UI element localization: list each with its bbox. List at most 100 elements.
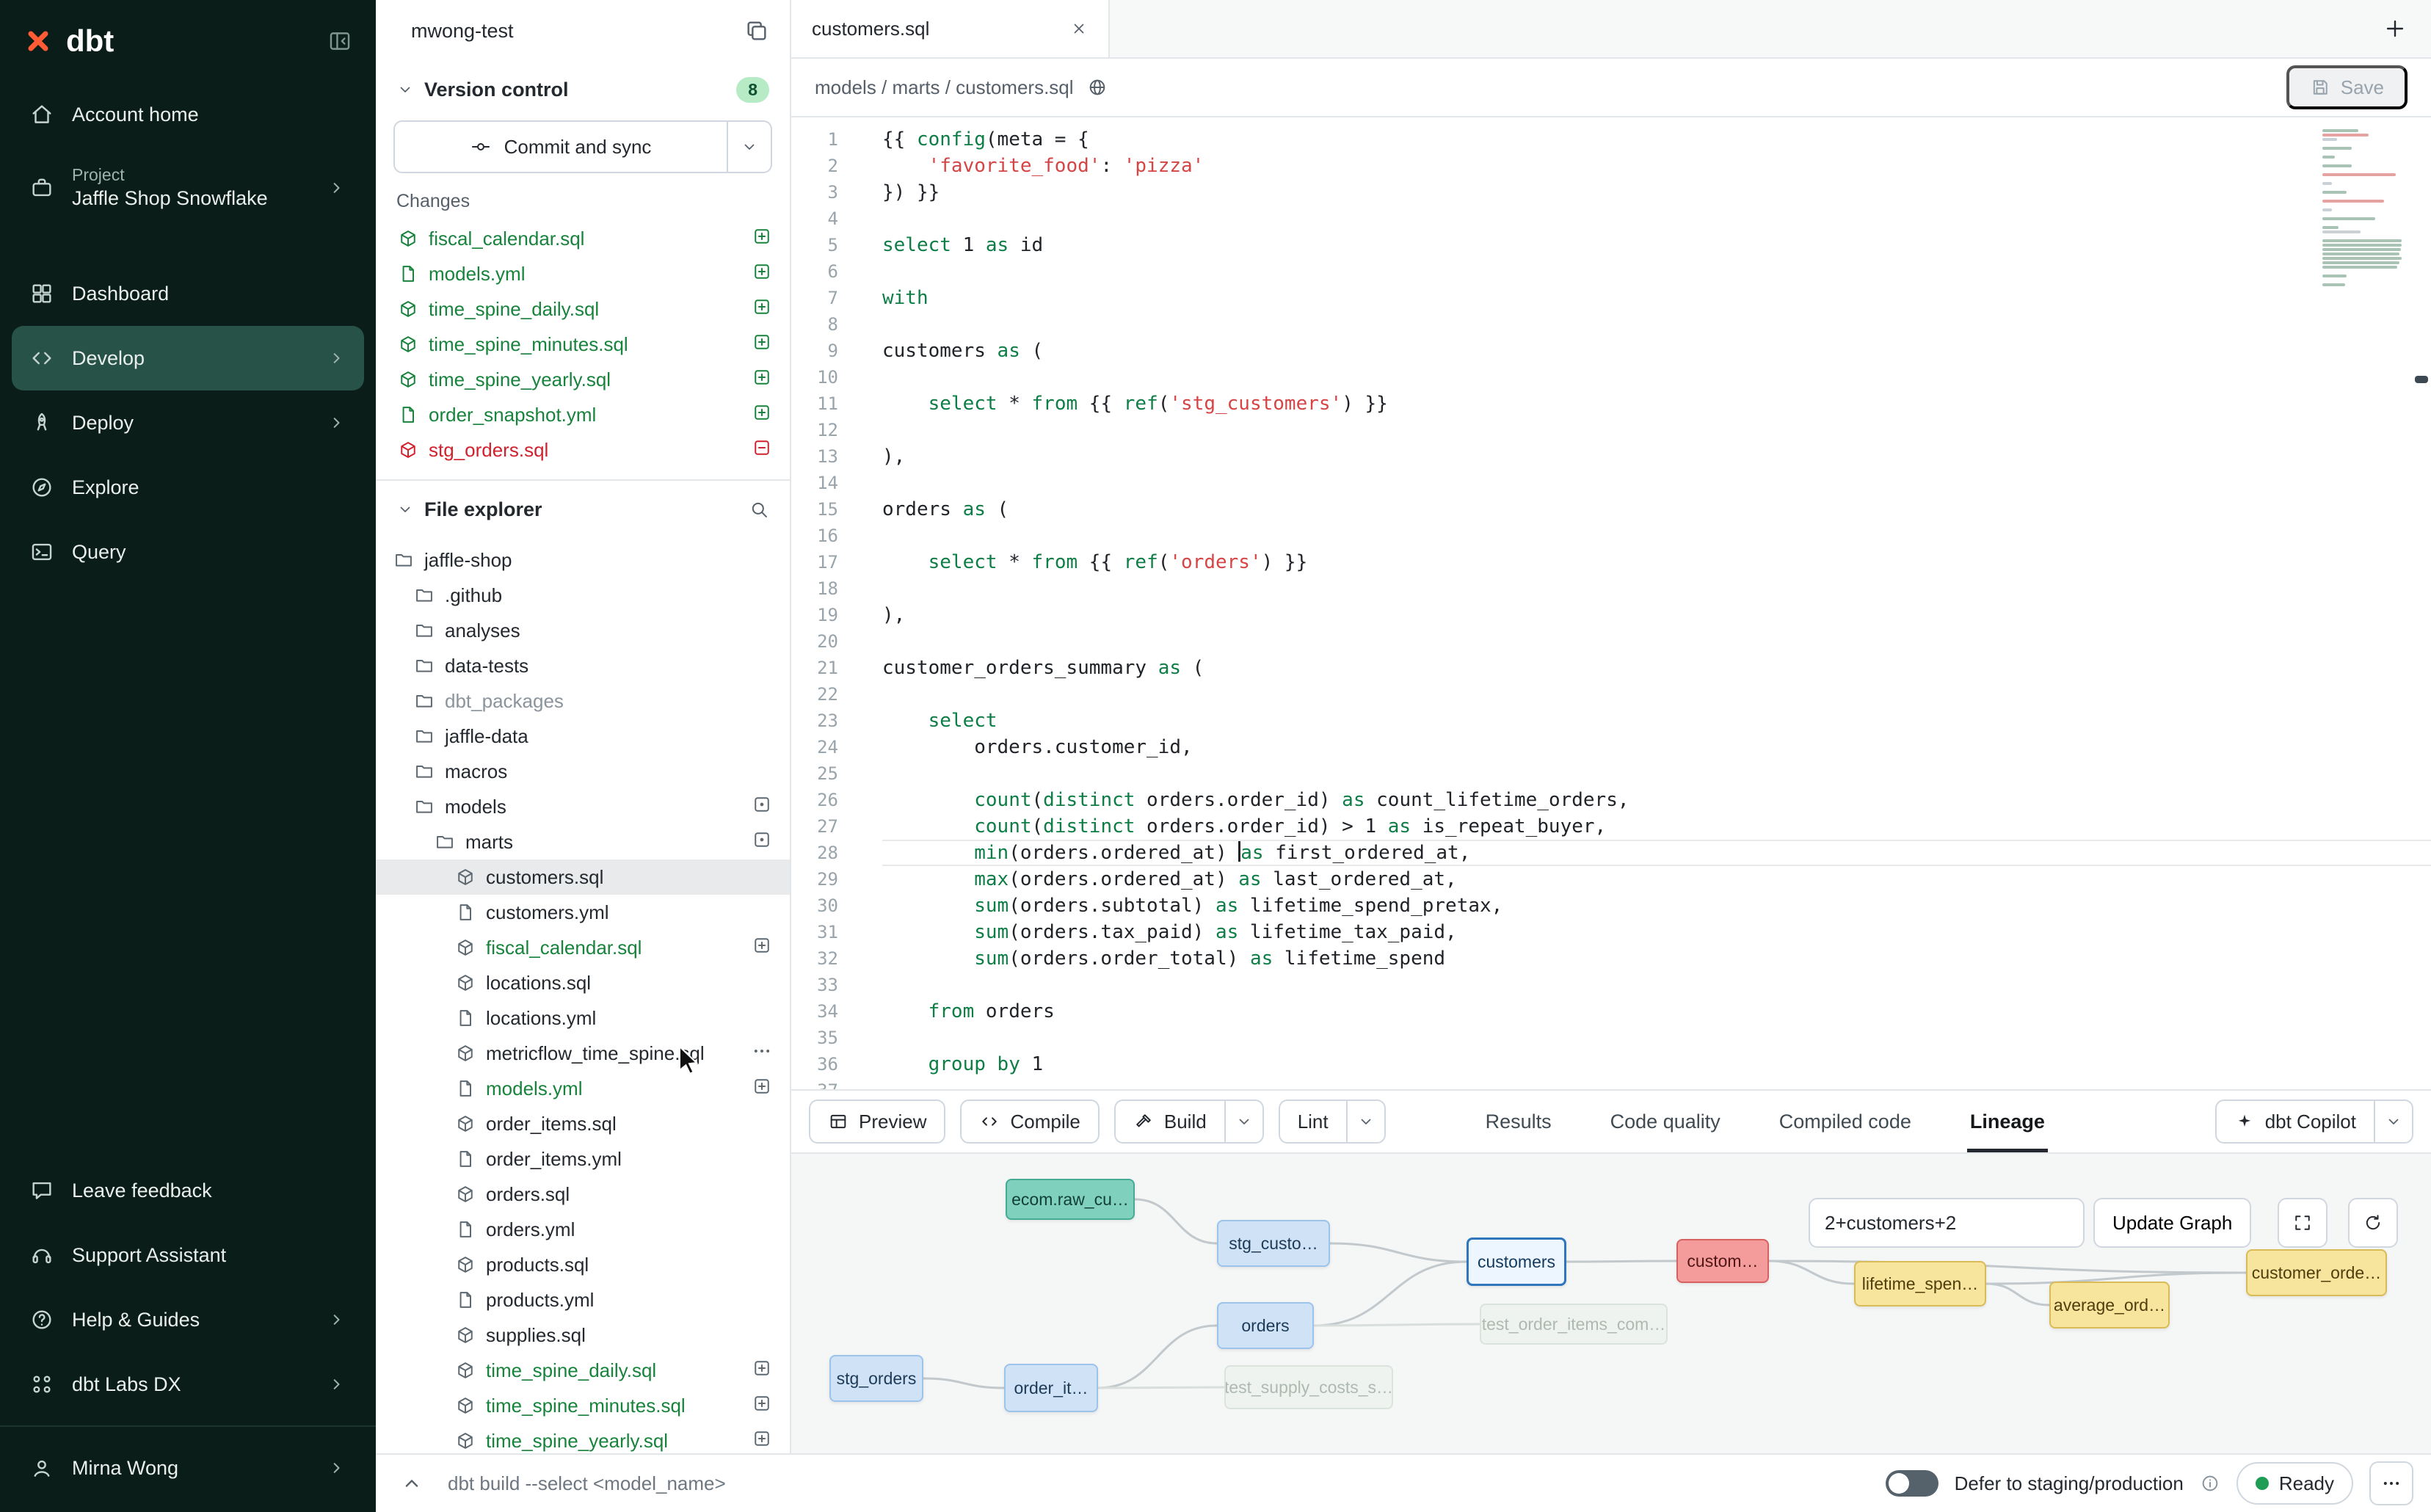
- copy-branch-icon[interactable]: [744, 18, 769, 43]
- plus-square-icon[interactable]: [752, 1358, 772, 1378]
- stage-file-button[interactable]: [752, 1393, 772, 1419]
- lineage-node-customer-orde[interactable]: customer_orde…: [2246, 1249, 2387, 1296]
- stage-file-button[interactable]: [752, 261, 772, 287]
- lineage-node-customers[interactable]: customers: [1467, 1237, 1566, 1286]
- build-dropdown[interactable]: [1224, 1101, 1262, 1142]
- file-options-button[interactable]: [752, 1041, 772, 1066]
- plus-square-icon[interactable]: [752, 1076, 772, 1097]
- stage-file-button[interactable]: [752, 1428, 772, 1454]
- tree-item-metricflow-time-spine-sql[interactable]: metricflow_time_spine.sql: [376, 1036, 790, 1071]
- lint-dropdown[interactable]: [1346, 1101, 1384, 1142]
- new-tab-icon[interactable]: [2383, 16, 2408, 41]
- tab-lineage[interactable]: Lineage: [1967, 1091, 2048, 1152]
- lineage-node-test-supply[interactable]: test_supply_costs_s…: [1224, 1365, 1393, 1409]
- code-content[interactable]: {{ config(meta = { 'favorite_food': 'piz…: [859, 117, 2431, 1089]
- tree-item-jaffle-shop[interactable]: jaffle-shop: [376, 542, 790, 578]
- stage-file-button[interactable]: [752, 437, 772, 463]
- sidebar-item-project[interactable]: ProjectJaffle Shop Snowflake: [12, 147, 364, 229]
- sidebar-item-dbt-labs-dx[interactable]: dbt Labs DX: [12, 1352, 364, 1417]
- sidebar-item-query[interactable]: Query: [12, 520, 364, 584]
- tab-results[interactable]: Results: [1483, 1091, 1555, 1152]
- stage-file-button[interactable]: [752, 1076, 772, 1102]
- tree-item-jaffle-data[interactable]: jaffle-data: [376, 719, 790, 754]
- tree-item-data-tests[interactable]: data-tests: [376, 648, 790, 683]
- lint-button-group[interactable]: Lint: [1279, 1100, 1386, 1144]
- stage-file-button[interactable]: [752, 226, 772, 252]
- sidebar-item-explore[interactable]: Explore: [12, 455, 364, 520]
- tree-item-order-items-yml[interactable]: order_items.yml: [376, 1141, 790, 1177]
- lineage-node-order-items[interactable]: order_it…: [1004, 1364, 1098, 1412]
- change-item-time-spine-daily-sql[interactable]: time_spine_daily.sql: [376, 291, 790, 327]
- sidebar-item-mirna-wong[interactable]: Mirna Wong: [12, 1436, 364, 1500]
- info-icon[interactable]: [2200, 1473, 2220, 1494]
- lineage-node-ecom[interactable]: ecom.raw_cu…: [1006, 1179, 1135, 1220]
- tree-item-analyses[interactable]: analyses: [376, 613, 790, 648]
- change-item-models-yml[interactable]: models.yml: [376, 256, 790, 291]
- file-explorer-header[interactable]: File explorer: [376, 479, 790, 538]
- chevron-up-icon[interactable]: [399, 1471, 424, 1496]
- lineage-node-average[interactable]: average_ord…: [2049, 1282, 2170, 1329]
- lint-button[interactable]: Lint: [1280, 1101, 1346, 1142]
- tree-item-time-spine-daily-sql[interactable]: time_spine_daily.sql: [376, 1353, 790, 1388]
- collapse-sidebar-icon[interactable]: [327, 29, 352, 54]
- commit-options-dropdown[interactable]: [727, 122, 771, 172]
- change-item-fiscal-calendar-sql[interactable]: fiscal_calendar.sql: [376, 221, 790, 256]
- build-button[interactable]: Build: [1116, 1101, 1224, 1142]
- stage-file-button[interactable]: [752, 1358, 772, 1384]
- lineage-search-input[interactable]: [1809, 1198, 2085, 1248]
- sidebar-item-help-guides[interactable]: Help & Guides: [12, 1287, 364, 1352]
- preview-button-group[interactable]: Preview: [809, 1100, 945, 1144]
- update-graph-button[interactable]: Update Graph: [2093, 1198, 2251, 1248]
- tab-customers-sql[interactable]: customers.sql: [791, 0, 1110, 57]
- tree-item-models[interactable]: models: [376, 789, 790, 824]
- preview-button[interactable]: Preview: [810, 1101, 944, 1142]
- lineage-node-custom[interactable]: custom…: [1676, 1239, 1769, 1283]
- save-button[interactable]: Save: [2286, 65, 2408, 109]
- lineage-node-stg-customers[interactable]: stg_custo…: [1217, 1220, 1330, 1267]
- lineage-node-test-order[interactable]: test_order_items_com…: [1480, 1304, 1668, 1345]
- tree-item-macros[interactable]: macros: [376, 754, 790, 789]
- stage-file-button[interactable]: [752, 367, 772, 393]
- change-item-time-spine-minutes-sql[interactable]: time_spine_minutes.sql: [376, 327, 790, 362]
- commit-and-sync-button[interactable]: Commit and sync: [393, 120, 772, 173]
- tree-item-marts[interactable]: marts: [376, 824, 790, 859]
- tree-item-orders-sql[interactable]: orders.sql: [376, 1177, 790, 1212]
- tree-item-order-items-sql[interactable]: order_items.sql: [376, 1106, 790, 1141]
- tree-item-time-spine-yearly-sql[interactable]: time_spine_yearly.sql: [376, 1423, 790, 1453]
- dbt-copilot-button[interactable]: dbt Copilot: [2215, 1100, 2413, 1144]
- refresh-button[interactable]: [2348, 1198, 2398, 1248]
- tree-item-products-yml[interactable]: products.yml: [376, 1282, 790, 1317]
- sidebar-item-leave-feedback[interactable]: Leave feedback: [12, 1158, 364, 1223]
- lineage-globe-icon[interactable]: [1087, 77, 1108, 98]
- sidebar-item-dashboard[interactable]: Dashboard: [12, 261, 364, 326]
- close-tab-icon[interactable]: [1070, 20, 1088, 37]
- tree-item-github[interactable]: .github: [376, 578, 790, 613]
- tree-item-dbt-packages[interactable]: dbt_packages: [376, 683, 790, 719]
- sidebar-item-support-assistant[interactable]: Support Assistant: [12, 1223, 364, 1287]
- status-badge[interactable]: Ready: [2236, 1462, 2353, 1505]
- dbt-copilot-main[interactable]: dbt Copilot: [2217, 1101, 2374, 1142]
- lineage-node-orders[interactable]: orders: [1217, 1302, 1314, 1349]
- stage-file-button[interactable]: [752, 297, 772, 322]
- tree-item-fiscal-calendar-sql[interactable]: fiscal_calendar.sql: [376, 930, 790, 965]
- sidebar-item-account-home[interactable]: Account home: [12, 82, 364, 147]
- version-control-header[interactable]: Version control 8: [376, 62, 790, 117]
- tree-item-supplies-sql[interactable]: supplies.sql: [376, 1317, 790, 1353]
- build-button-group[interactable]: Build: [1114, 1100, 1264, 1144]
- stage-file-button[interactable]: [752, 332, 772, 357]
- compile-button[interactable]: Compile: [962, 1101, 1097, 1142]
- command-input[interactable]: dbt build --select <model_name>: [448, 1472, 726, 1495]
- tab-code-quality[interactable]: Code quality: [1607, 1091, 1723, 1152]
- lineage-node-stg-orders[interactable]: stg_orders: [829, 1355, 923, 1402]
- plus-square-icon[interactable]: [752, 935, 772, 956]
- tab-compiled-code[interactable]: Compiled code: [1776, 1091, 1914, 1152]
- tree-item-locations-sql[interactable]: locations.sql: [376, 965, 790, 1000]
- editor-scrollbar[interactable]: [2410, 117, 2431, 1089]
- plus-square-icon[interactable]: [752, 1428, 772, 1449]
- change-item-stg-orders-sql[interactable]: stg_orders.sql: [376, 432, 790, 468]
- scrollbar-thumb[interactable]: [2415, 376, 2428, 383]
- compile-button-group[interactable]: Compile: [960, 1100, 1099, 1144]
- more-options-button[interactable]: [2369, 1461, 2413, 1505]
- tree-item-orders-yml[interactable]: orders.yml: [376, 1212, 790, 1247]
- defer-toggle[interactable]: [1886, 1470, 1938, 1497]
